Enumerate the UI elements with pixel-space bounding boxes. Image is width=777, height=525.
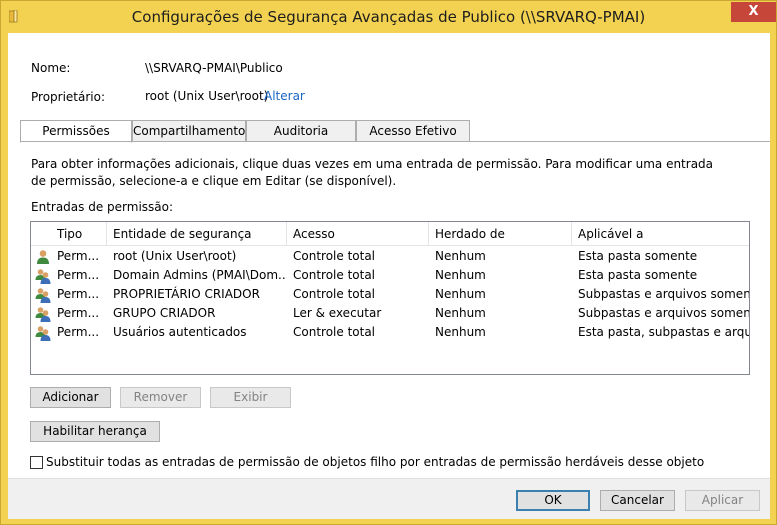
table-row[interactable]: Perm... Usuários autenticados Controle t… <box>31 323 749 342</box>
replace-child-permissions-checkbox[interactable] <box>30 456 43 469</box>
column-header-aplicavel[interactable]: Aplicável a <box>572 222 749 246</box>
name-value: \\SRVARQ-PMAI\Publico <box>145 61 283 75</box>
cell-herdado: Nenhum <box>435 249 486 263</box>
window-title: Configurações de Segurança Avançadas de … <box>131 8 646 26</box>
tab-permissoes[interactable]: Permissões <box>20 120 132 143</box>
tab-auditoria[interactable]: Auditoria <box>246 120 356 142</box>
table-row[interactable]: Perm... GRUPO CRIADOR Ler & executar Nen… <box>31 304 749 323</box>
name-label: Nome: <box>31 61 71 75</box>
main-panel: Nome: \\SRVARQ-PMAI\Publico Proprietário… <box>8 33 770 479</box>
table-row[interactable]: Perm... PROPRIETÁRIO CRIADOR Controle to… <box>31 285 749 304</box>
cell-acesso: Controle total <box>293 287 376 301</box>
dialog-client: Nome: \\SRVARQ-PMAI\Publico Proprietário… <box>8 33 770 519</box>
column-header-entidade[interactable]: Entidade de segurança <box>107 222 287 246</box>
cell-herdado: Nenhum <box>435 287 486 301</box>
user-icon <box>37 250 49 264</box>
cell-tipo: Perm... <box>57 325 100 339</box>
entries-label: Entradas de permissão: <box>31 200 174 214</box>
group-icon <box>35 269 51 284</box>
table-row[interactable]: Perm... root (Unix User\root) Controle t… <box>31 247 749 266</box>
cell-tipo: Perm... <box>57 287 100 301</box>
cell-tipo: Perm... <box>57 268 100 282</box>
column-header-herdado[interactable]: Herdado de <box>429 222 572 246</box>
permission-entries-list[interactable]: Tipo Entidade de segurança Acesso Herdad… <box>30 221 750 375</box>
list-header: Tipo Entidade de segurança Acesso Herdad… <box>31 222 749 246</box>
group-icon <box>35 326 51 341</box>
tab-acesso-efetivo[interactable]: Acesso Efetivo <box>356 120 470 142</box>
cell-entidade: Domain Admins (PMAI\Dom... <box>113 268 287 282</box>
enable-inheritance-button[interactable]: Habilitar herança <box>30 421 160 442</box>
dialog-window: Configurações de Segurança Avançadas de … <box>0 0 777 525</box>
remove-button[interactable]: Remover <box>120 387 201 408</box>
cancel-button[interactable]: Cancelar <box>600 490 675 511</box>
cell-aplicavel: Subpastas e arquivos somente <box>578 306 749 320</box>
view-button[interactable]: Exibir <box>210 387 291 408</box>
table-row[interactable]: Perm... Domain Admins (PMAI\Dom... Contr… <box>31 266 749 285</box>
close-button[interactable]: X <box>731 2 776 22</box>
cell-acesso: Controle total <box>293 268 376 282</box>
change-owner-link[interactable]: Alterar <box>264 89 305 103</box>
apply-button[interactable]: Aplicar <box>685 490 760 511</box>
owner-value: root (Unix User\root) <box>145 89 269 103</box>
cell-entidade: GRUPO CRIADOR <box>113 306 216 320</box>
column-header-acesso[interactable]: Acesso <box>287 222 429 246</box>
cell-aplicavel: Subpastas e arquivos somente <box>578 287 749 301</box>
group-icon <box>35 288 51 303</box>
cell-herdado: Nenhum <box>435 306 486 320</box>
owner-label: Proprietário: <box>31 90 106 104</box>
cell-tipo: Perm... <box>57 249 100 263</box>
add-button[interactable]: Adicionar <box>30 387 111 408</box>
replace-child-permissions-label: Substituir todas as entradas de permissã… <box>46 455 705 469</box>
cell-entidade: PROPRIETÁRIO CRIADOR <box>113 287 260 301</box>
cell-tipo: Perm... <box>57 306 100 320</box>
cell-aplicavel: Esta pasta somente <box>578 268 698 282</box>
cell-aplicavel: Esta pasta somente <box>578 249 698 263</box>
cell-aplicavel: Esta pasta, subpastas e arquivos <box>578 325 749 339</box>
cell-herdado: Nenhum <box>435 268 486 282</box>
group-icon <box>35 307 51 322</box>
cell-acesso: Controle total <box>293 249 376 263</box>
tab-divider <box>20 141 770 142</box>
cell-entidade: Usuários autenticados <box>113 325 247 339</box>
title-bar[interactable]: Configurações de Segurança Avançadas de … <box>1 1 776 33</box>
cell-herdado: Nenhum <box>435 325 486 339</box>
tab-compartilhamento[interactable]: Compartilhamento <box>132 120 246 142</box>
ok-button[interactable]: OK <box>516 490 590 511</box>
cell-entidade: root (Unix User\root) <box>113 249 237 263</box>
cell-acesso: Controle total <box>293 325 376 339</box>
cell-acesso: Ler & executar <box>293 306 382 320</box>
description-text: Para obter informações adicionais, cliqu… <box>31 157 714 188</box>
column-header-tipo[interactable]: Tipo <box>51 222 107 246</box>
